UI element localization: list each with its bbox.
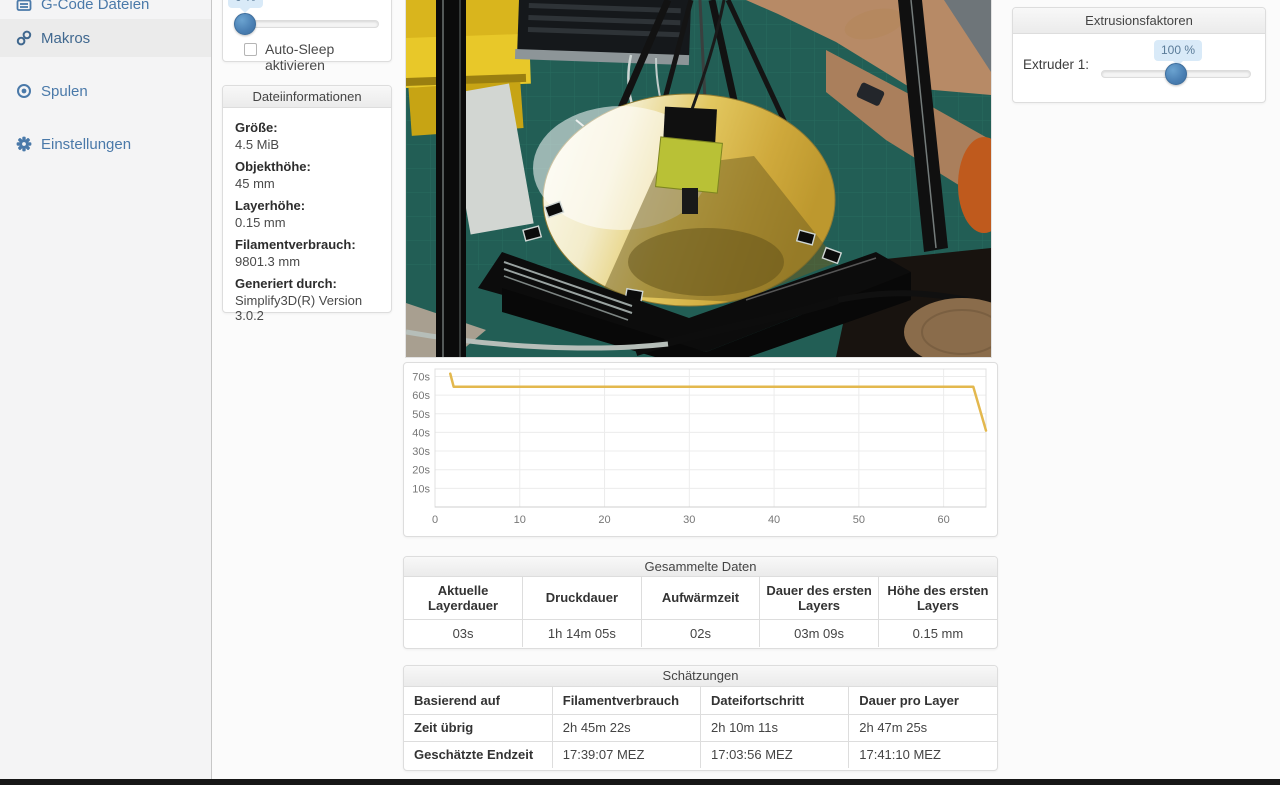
svg-text:10s: 10s [412,483,430,495]
column-header: Druckdauer [523,577,642,619]
cell-current-layer-time: 03s [404,619,523,647]
column-header: Aufwärmzeit [641,577,760,619]
gcode-files-icon [16,0,32,13]
column-header: Filamentverbrauch [552,687,700,714]
auto-sleep-checkbox[interactable] [244,43,257,56]
file-info-value: 45 mm [235,176,379,191]
column-header: Aktuelle Layerdauer [404,577,523,619]
svg-text:60s: 60s [412,390,430,402]
collected-data-table: Aktuelle Layerdauer Druckdauer Aufwärmze… [404,577,997,647]
sidebar-item-label: Spulen [41,83,88,100]
bottom-bar [0,779,1280,785]
extrusion-factors-panel: Extrusionsfaktoren Extruder 1: 100 % [1012,7,1266,103]
layer-time-chart-panel: 10s 20s 30s 40s 50s 60s 70s 0 10 20 30 40 50 60 [403,362,998,537]
sleep-slider-handle[interactable] [234,13,256,35]
file-info-value: 0.15 mm [235,215,379,230]
estimates-panel: Schätzungen Basierend auf Filamentverbra… [403,665,998,771]
sidebar-item-label: Einstellungen [41,136,131,153]
sidebar-item-einstellungen[interactable]: Einstellungen [0,125,211,163]
cell: 17:03:56 MEZ [701,741,849,768]
file-info-label: Layerhöhe: [235,198,379,213]
spool-icon [16,83,32,99]
svg-text:20s: 20s [412,465,430,477]
app-window: G-Code Dateien Makros Spulen Einstellung… [0,0,1280,785]
extruder-slider-tooltip: 100 % [1154,40,1202,61]
table-row: Geschätzte Endzeit 17:39:07 MEZ 17:03:56… [404,741,997,768]
svg-text:70s: 70s [412,371,430,383]
svg-text:60: 60 [937,514,949,526]
svg-text:50s: 50s [412,409,430,421]
file-info-value: Simplify3D(R) Version 3.0.2 [235,293,379,323]
sidebar-item-spulen[interactable]: Spulen [0,72,211,110]
file-info-label: Objekthöhe: [235,159,379,174]
file-info-label: Größe: [235,120,379,135]
column-header: Höhe des ersten Layers [878,577,997,619]
webcam-feed [405,0,992,358]
cell: 17:39:07 MEZ [552,741,700,768]
gear-icon [16,136,32,152]
sidebar: G-Code Dateien Makros Spulen Einstellung… [0,0,212,779]
svg-text:30: 30 [683,514,695,526]
column-header: Dauer pro Layer [849,687,997,714]
cell: 2h 10m 11s [701,714,849,741]
estimates-title: Schätzungen [404,666,997,687]
webcam-image [406,0,991,357]
svg-text:30s: 30s [412,446,430,458]
sidebar-item-label: Makros [41,30,90,47]
column-header: Basierend auf [404,687,552,714]
auto-sleep-label: Auto-Sleep aktivieren [265,41,391,73]
cell: 2h 45m 22s [552,714,700,741]
svg-text:40: 40 [768,514,780,526]
row-label-end-time: Geschätzte Endzeit [404,741,552,768]
cell-first-layer-time: 03m 09s [760,619,879,647]
column-header: Dateifortschritt [701,687,849,714]
cell-print-time: 1h 14m 05s [523,619,642,647]
sleep-slider-tooltip: 0 % [228,0,263,8]
estimates-table: Basierend auf Filamentverbrauch Dateifor… [404,687,997,768]
auto-sleep-panel: 0 % Auto-Sleep aktivieren [222,0,392,62]
table-row: Zeit übrig 2h 45m 22s 2h 10m 11s 2h 47m … [404,714,997,741]
extruder-slider-handle[interactable] [1165,63,1187,85]
cell-warmup-time: 02s [641,619,760,647]
svg-text:20: 20 [598,514,610,526]
svg-text:10: 10 [514,514,526,526]
column-header: Dauer des ersten Layers [760,577,879,619]
row-label-time-left: Zeit übrig [404,714,552,741]
svg-text:40s: 40s [412,427,430,439]
sidebar-item-makros[interactable]: Makros [0,19,211,57]
svg-text:0: 0 [432,514,438,526]
file-info-label: Generiert durch: [235,276,379,291]
extruder-1-label: Extruder 1: [1023,57,1089,72]
file-info-label: Filamentverbrauch: [235,237,379,252]
cell-first-layer-height: 0.15 mm [878,619,997,647]
file-info-title: Dateiinformationen [223,86,391,108]
extrusion-factors-title: Extrusionsfaktoren [1013,8,1265,34]
file-info-value: 4.5 MiB [235,137,379,152]
svg-text:50: 50 [853,514,865,526]
file-info-panel: Dateiinformationen Größe: 4.5 MiB Objekt… [222,85,392,313]
sleep-slider-track[interactable] [236,20,379,28]
link-icon [16,30,32,46]
table-row: 03s 1h 14m 05s 02s 03m 09s 0.15 mm [404,619,997,647]
file-info-value: 9801.3 mm [235,254,379,269]
layer-time-chart: 10s 20s 30s 40s 50s 60s 70s 0 10 20 30 40 50 60 [404,363,999,538]
collected-data-title: Gesammelte Daten [404,557,997,577]
sidebar-item-label: G-Code Dateien [41,0,149,13]
cell: 17:41:10 MEZ [849,741,997,768]
cell: 2h 47m 25s [849,714,997,741]
collected-data-panel: Gesammelte Daten Aktuelle Layerdauer Dru… [403,556,998,649]
